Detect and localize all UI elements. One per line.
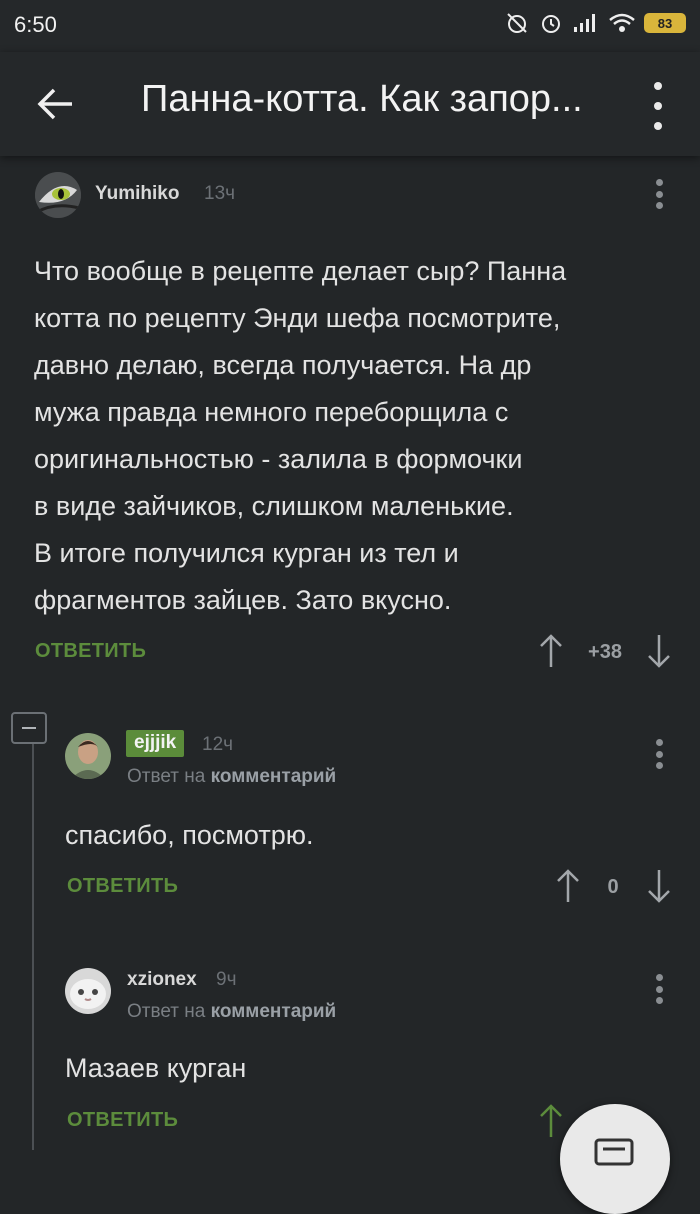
comment-text-line: Что вообще в рецепте делает сыр? Панна	[34, 256, 567, 286]
avatar-image	[65, 733, 111, 779]
comment-text: Мазаев курган	[65, 1053, 247, 1083]
comment-text-line: давно делаю, всегда получается. На др	[34, 350, 532, 380]
reply-to-label[interactable]: Ответ на комментарий	[127, 766, 336, 788]
comment-text: Что вообще в рецепте делает сыр? Панна к…	[34, 248, 674, 624]
reply-to-target[interactable]: комментарий	[211, 766, 337, 787]
avatar[interactable]	[65, 968, 111, 1014]
back-arrow-icon[interactable]	[36, 84, 76, 124]
comment-text-line: В итоге получился курган из тел и	[34, 538, 459, 568]
comment-menu-icon[interactable]	[653, 739, 665, 769]
reply-to-label[interactable]: Ответ на комментарий	[127, 1001, 336, 1023]
reply-to-prefix: Ответ на	[127, 1001, 206, 1022]
reply-to-prefix: Ответ на	[127, 766, 206, 787]
alarm-off-icon	[507, 13, 527, 33]
comment-rating: +38	[588, 641, 622, 663]
comment-text-line: фрагментов зайцев. Зато вкусно.	[34, 585, 452, 615]
more-options-icon[interactable]	[648, 82, 668, 130]
alarm-icon	[542, 15, 560, 33]
status-bar: 6:50 83	[0, 0, 700, 52]
avatar-image	[35, 172, 81, 218]
upvote-arrow-icon[interactable]	[555, 868, 581, 904]
comment-text: спасибо, посмотрю.	[65, 820, 314, 850]
new-comment-fab[interactable]	[560, 1104, 670, 1214]
comment-time: 9ч	[216, 969, 237, 990]
app-bar: Панна-котта. Как запор...	[0, 52, 700, 156]
comment-rating: 0	[607, 876, 619, 898]
status-time: 6:50	[14, 12, 57, 37]
status-icons: 83	[504, 10, 686, 36]
avatar-image	[65, 968, 111, 1014]
avatar[interactable]	[35, 172, 81, 218]
wifi-icon	[609, 13, 635, 32]
reply-to-target[interactable]: комментарий	[211, 1001, 337, 1022]
collapse-thread-button[interactable]	[11, 712, 47, 744]
username-badge[interactable]: ejjjik	[126, 730, 185, 757]
comment-text-line: в виде зайчиков, слишком маленькие.	[34, 491, 514, 521]
comment-text-line: мужа правда немного переборщила с	[34, 397, 509, 427]
signal-icon	[574, 14, 595, 32]
reply-button[interactable]: ОТВЕТИТЬ	[67, 875, 178, 898]
reply-button[interactable]: ОТВЕТИТЬ	[67, 1109, 178, 1132]
comment-menu-icon[interactable]	[653, 179, 665, 209]
comment-menu-icon[interactable]	[653, 974, 665, 1004]
comment-time: 12ч	[202, 734, 234, 755]
page-title: Панна-котта. Как запор...	[141, 78, 583, 120]
avatar[interactable]	[65, 733, 111, 779]
downvote-arrow-icon[interactable]	[646, 633, 672, 669]
upvote-arrow-icon[interactable]	[538, 633, 564, 669]
battery-icon: 83	[644, 13, 686, 33]
username[interactable]: xzionex	[127, 969, 197, 991]
reply-button[interactable]: ОТВЕТИТЬ	[35, 640, 146, 663]
comment-text-line: оригинальностью - залила в формочки	[34, 444, 523, 474]
comment-text-line: котта по рецепту Энди шефа посмотрите,	[34, 303, 561, 333]
thread-line	[32, 744, 34, 1150]
comment-time: 13ч	[204, 183, 236, 204]
downvote-arrow-icon[interactable]	[646, 868, 672, 904]
username[interactable]: Yumihiko	[95, 183, 179, 205]
comment-icon	[594, 1138, 634, 1166]
upvote-arrow-icon[interactable]	[538, 1103, 564, 1139]
